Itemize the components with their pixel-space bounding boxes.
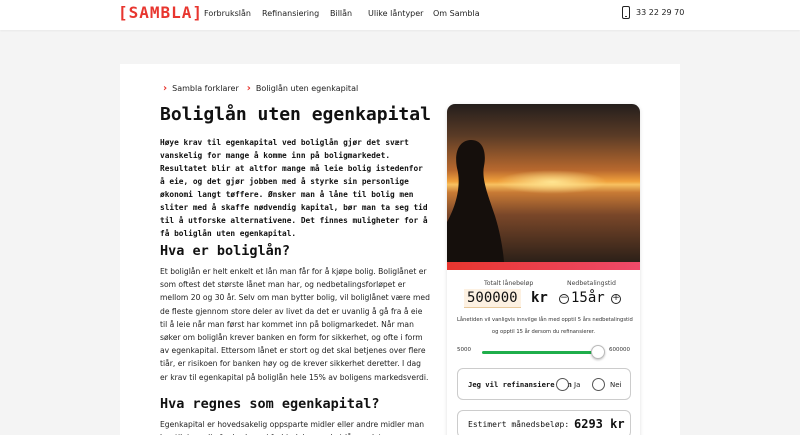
- chevron-right-icon: ›: [246, 82, 251, 94]
- monthly-estimate-value: 6293 kr: [574, 417, 625, 431]
- page-title: Boliglån uten egenkapital: [160, 104, 431, 125]
- nav-item-forbrukslan[interactable]: Forbrukslån: [204, 9, 251, 18]
- chevron-right-icon: ›: [163, 82, 168, 94]
- phone-link[interactable]: 33 22 29 70: [622, 6, 684, 19]
- minus-circle-icon[interactable]: −: [559, 294, 569, 304]
- plus-circle-icon[interactable]: +: [611, 294, 621, 304]
- breadcrumb: › Sambla forklarer › Boliglån uten egenk…: [163, 82, 359, 94]
- phone-number: 33 22 29 70: [636, 8, 685, 17]
- accent-band: [447, 262, 640, 270]
- nav-item-refinansiering[interactable]: Refinansiering: [262, 9, 319, 18]
- person-silhouette-image: [447, 139, 504, 262]
- section-heading-hva-er-boliglan: Hva er boliglån?: [160, 243, 291, 259]
- loan-amount-input[interactable]: 500000: [464, 289, 521, 308]
- nav-item-om-sambla[interactable]: Om Sambla: [433, 9, 480, 18]
- top-navigation-bar: [SAMBLA] Forbrukslån Refinansiering Bill…: [0, 0, 800, 30]
- loan-amount-slider-thumb[interactable]: [591, 345, 605, 359]
- monthly-estimate-label: Estimert månedsbeløp:: [468, 420, 570, 429]
- sambla-logo[interactable]: [SAMBLA]: [118, 3, 203, 22]
- radio-icon[interactable]: [592, 378, 605, 391]
- loan-amount-label: Totalt lånebeløp: [484, 280, 534, 287]
- slider-max-label: 600000: [609, 347, 630, 353]
- term-label: Nedbetalingstid: [567, 280, 616, 287]
- term-note-line-1: Lånetiden vil vanligvis innvilge lån med…: [457, 317, 633, 323]
- lead-paragraph: Høye krav til egenkapital ved boliglån g…: [160, 138, 428, 238]
- loan-calculator: Totalt lånebeløp Nedbetalingstid 500000 …: [447, 104, 640, 435]
- term-value: 15år: [571, 290, 605, 306]
- monthly-estimate-box: Estimert månedsbeløp: 6293 kr: [457, 410, 631, 435]
- term-note-line-2: og opptil 15 år dersom du refinansierer.: [491, 329, 596, 335]
- section-heading-egenkapital: Hva regnes som egenkapital?: [160, 396, 380, 412]
- loan-amount-slider-track[interactable]: [482, 351, 598, 354]
- currency-label: kr: [531, 290, 548, 306]
- refinance-box: Jeg vil refinansiere lån Ja Nei: [457, 368, 631, 400]
- refinance-yes-label[interactable]: Ja: [574, 381, 580, 389]
- nav-item-ulike-lantyper[interactable]: Ulike låntyper: [368, 9, 423, 18]
- slider-min-label: 5000: [457, 347, 471, 353]
- refinance-no-label[interactable]: Nei: [610, 381, 622, 389]
- nav-item-billan[interactable]: Billån: [330, 9, 352, 18]
- paragraph-egenkapital: Egenkapital er hovedsakelig oppsparte mi…: [160, 420, 425, 435]
- radio-icon[interactable]: [556, 378, 569, 391]
- paragraph-hva-er-boliglan: Et boliglån er helt enkelt et lån man få…: [160, 267, 430, 382]
- phone-icon: [622, 6, 630, 19]
- breadcrumb-current: Boliglån uten egenkapital: [255, 84, 359, 93]
- breadcrumb-link-sambla-forklarer[interactable]: Sambla forklarer: [172, 84, 239, 93]
